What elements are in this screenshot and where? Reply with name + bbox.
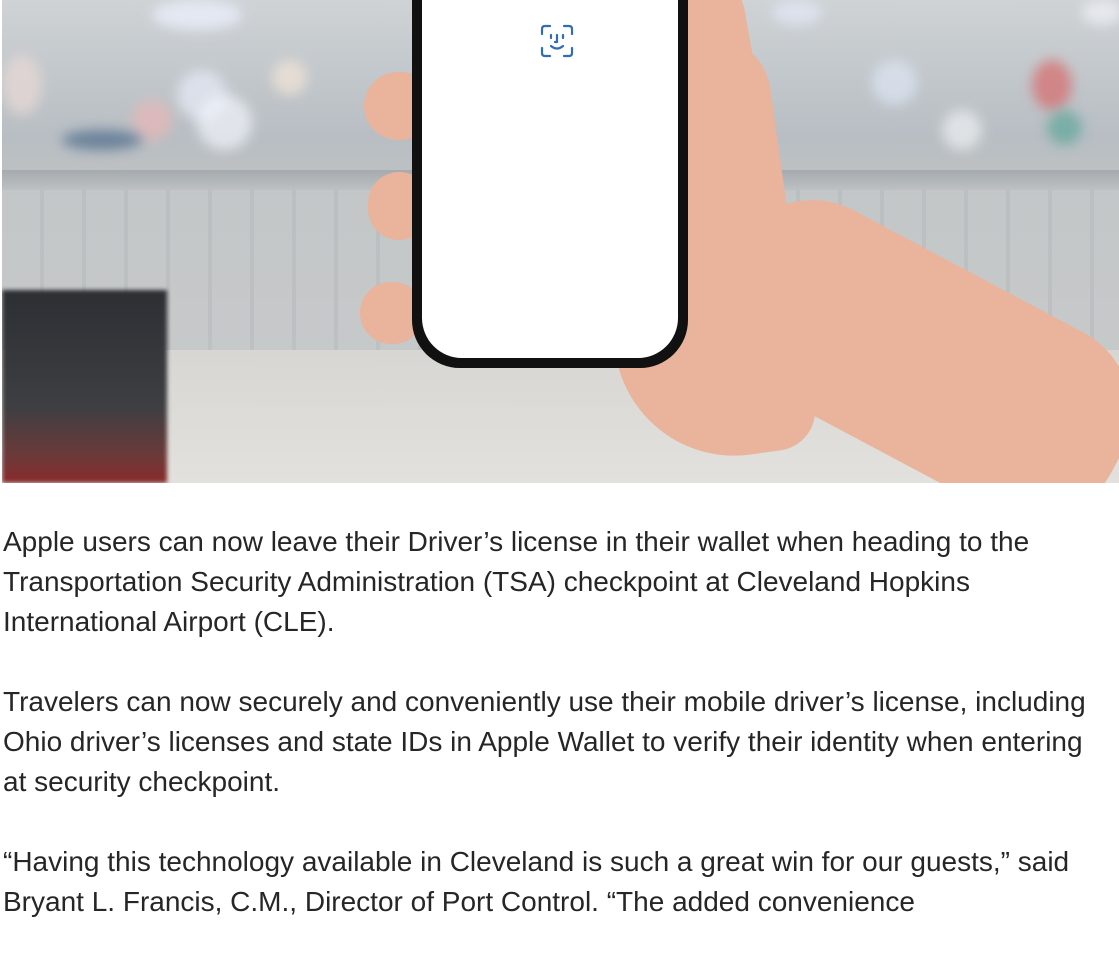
phone — [412, 0, 688, 368]
bokeh-light — [1082, 0, 1119, 25]
article-paragraph: Apple users can now leave their Driver’s… — [3, 526, 1030, 637]
bokeh-light — [1032, 60, 1072, 110]
bokeh-light — [942, 110, 982, 150]
article-body: Apple users can now leave their Driver’s… — [3, 522, 1113, 962]
background-object — [2, 290, 167, 483]
bokeh-light — [772, 0, 822, 25]
bokeh-light — [62, 130, 142, 150]
bokeh-light — [197, 95, 252, 150]
bokeh-light — [152, 0, 242, 30]
phone-screen — [422, 0, 678, 358]
bokeh-light — [1047, 110, 1082, 145]
bokeh-light — [132, 100, 172, 140]
bokeh-light — [2, 55, 42, 115]
bokeh-light — [872, 60, 917, 105]
hero-image — [2, 0, 1119, 483]
article-paragraph: “Having this technology available in Cle… — [3, 846, 1070, 917]
bokeh-light — [272, 60, 307, 95]
article-paragraph: Travelers can now securely and convenien… — [3, 686, 1086, 797]
face-id-icon — [540, 24, 574, 58]
